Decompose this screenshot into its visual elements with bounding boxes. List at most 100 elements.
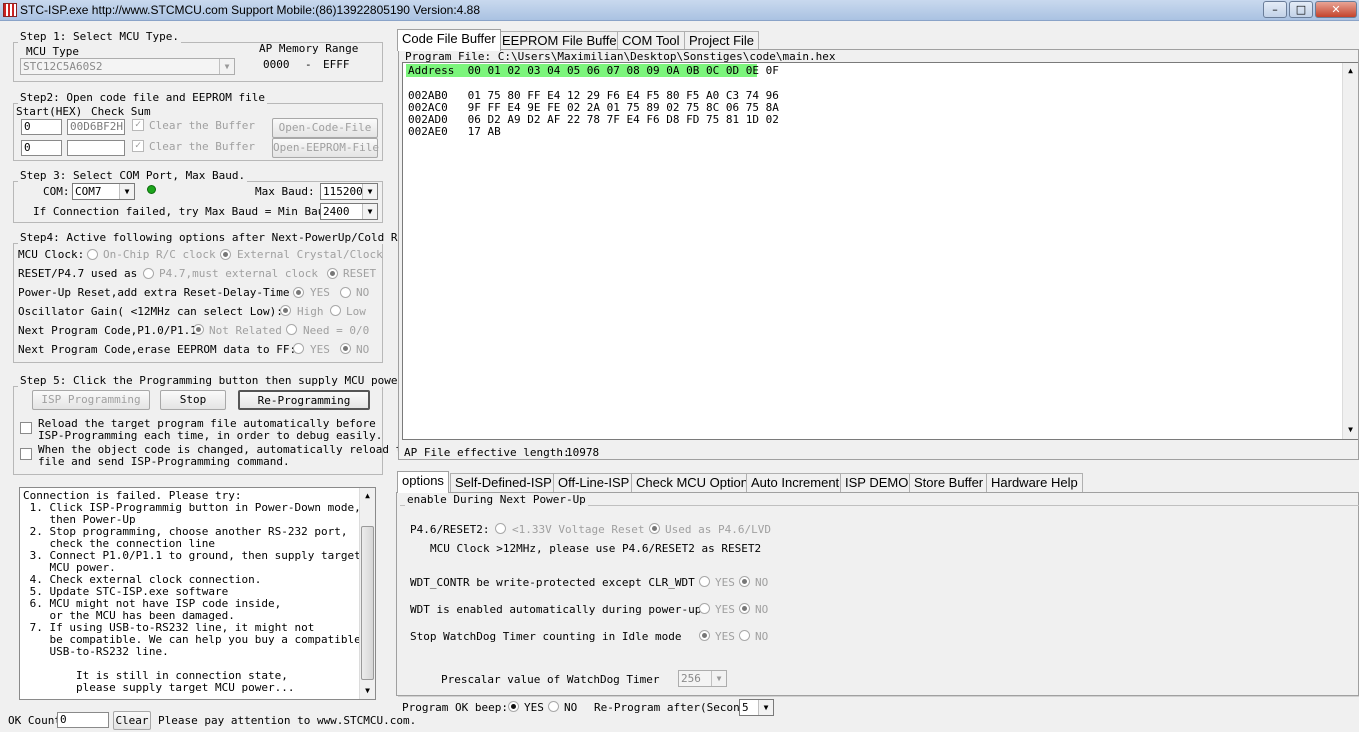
reset-p47-label: P4.7,must external clock — [159, 267, 318, 280]
osc-low-radio[interactable] — [330, 305, 341, 316]
stop-button[interactable]: Stop — [160, 390, 226, 410]
scroll-down-icon[interactable]: ▼ — [1343, 422, 1358, 438]
tab-options-2[interactable]: Off-Line-ISP — [553, 473, 635, 493]
wdt-contr-no-radio[interactable] — [739, 576, 750, 587]
reset-p47-radio[interactable] — [143, 268, 154, 279]
erase-eeprom-label: Next Program Code,erase EEPROM data to F… — [18, 343, 297, 356]
reload-checkbox[interactable] — [20, 422, 32, 434]
auto-reload-label-line2: file and send ISP-Programming command. — [38, 455, 290, 468]
wdt-idle-no-radio[interactable] — [739, 630, 750, 641]
reprogram-after-value: 5 — [742, 701, 749, 714]
file-length-value: 10978 — [566, 446, 600, 459]
code-checksum-field: 00D6BF2H — [67, 119, 125, 135]
osc-high-label: High — [297, 305, 324, 318]
hex-header: Address 00 01 02 03 04 05 06 07 08 09 0A… — [408, 64, 779, 77]
erase-yes-radio[interactable] — [293, 343, 304, 354]
code-clear-buffer-label: Clear the Buffer — [149, 119, 255, 132]
code-start-input[interactable]: 0 — [21, 119, 62, 135]
powerup-no-label: NO — [356, 286, 370, 299]
powerup-label: Power-Up Reset,add extra Reset-Delay-Tim… — [18, 286, 290, 299]
tab-options-3[interactable]: Check MCU Option — [631, 473, 753, 493]
erase-no-label: NO — [356, 343, 370, 356]
eeprom-start-input[interactable]: 0 — [21, 140, 62, 156]
powerup-no-radio[interactable] — [340, 287, 351, 298]
tab-top-0[interactable]: Code File Buffer — [397, 29, 501, 51]
mcu-clock-rc-radio[interactable] — [87, 249, 98, 260]
beep-yes-radio[interactable] — [508, 701, 519, 712]
max-baud-select[interactable]: 115200 ▼ — [320, 183, 378, 200]
open-code-file-button[interactable]: Open-Code-File — [272, 118, 378, 138]
osc-high-radio[interactable] — [280, 305, 291, 316]
tab-options-1[interactable]: Self-Defined-ISP — [450, 473, 557, 493]
chevron-down-icon: ▼ — [362, 184, 377, 199]
chevron-down-icon: ▼ — [362, 204, 377, 219]
scroll-thumb[interactable] — [361, 526, 374, 680]
maximize-button[interactable]: □ — [1289, 1, 1313, 18]
minimize-button[interactable]: – — [1263, 1, 1287, 18]
beep-no-radio[interactable] — [548, 701, 559, 712]
tab-options-0[interactable]: options — [397, 471, 449, 493]
open-eeprom-file-button[interactable]: Open-EEPROM-File — [272, 138, 379, 158]
reprogram-after-select[interactable]: 5 ▼ — [739, 699, 774, 716]
reload-label-line2: ISP-Programming each time, in order to d… — [38, 429, 383, 442]
mcu-type-value: STC12C5A60S2 — [23, 60, 103, 73]
p46-lvd-radio[interactable] — [649, 523, 660, 534]
mcu-clock-label: MCU Clock: — [18, 248, 85, 261]
wdt-enabled-yes-radio[interactable] — [699, 603, 710, 614]
code-clear-buffer-checkbox[interactable]: ✓ — [132, 119, 144, 131]
mcu-type-select[interactable]: STC12C5A60S2 ▼ — [20, 58, 235, 75]
wdt-idle-label: Stop WatchDog Timer counting in Idle mod… — [410, 630, 682, 643]
close-button[interactable]: ✕ — [1315, 1, 1357, 18]
wdt-enabled-yes-label: YES — [715, 603, 735, 616]
ap-dash: - — [305, 58, 312, 71]
reprogram-after-label: Re-Program after(Second) — [594, 701, 753, 714]
mcu-clock-external-radio[interactable] — [220, 249, 231, 260]
wdt-contr-label: WDT_CONTR be write-protected except CLR_… — [410, 576, 695, 589]
hex-view[interactable]: Address 00 01 02 03 04 05 06 07 08 09 0A… — [402, 62, 1358, 440]
ok-count-label: OK Count — [8, 714, 61, 727]
wdt-contr-yes-radio[interactable] — [699, 576, 710, 587]
com-port-select[interactable]: COM7 ▼ — [72, 183, 135, 200]
tab-top-2[interactable]: COM Tool — [617, 31, 685, 51]
reset-reset-radio[interactable] — [327, 268, 338, 279]
log-text: Connection is failed. Please try: 1. Cli… — [23, 490, 361, 694]
clear-button[interactable]: Clear — [113, 711, 151, 730]
powerup-yes-radio[interactable] — [293, 287, 304, 298]
auto-reload-checkbox[interactable] — [20, 448, 32, 460]
wdt-idle-yes-label: YES — [715, 630, 735, 643]
wdt-enabled-no-radio[interactable] — [739, 603, 750, 614]
max-baud-label: Max Baud: — [255, 185, 315, 198]
scroll-up-icon[interactable]: ▲ — [360, 488, 375, 504]
step3-legend: Step 3: Select COM Port, Max Baud. — [18, 169, 248, 182]
tab-options-7[interactable]: Hardware Help — [986, 473, 1083, 493]
hex-scrollbar[interactable]: ▲ ▼ — [1342, 63, 1358, 439]
scroll-up-icon[interactable]: ▲ — [1343, 63, 1358, 79]
re-programming-button[interactable]: Re-Programming — [238, 390, 370, 410]
tab-options-4[interactable]: Auto Increment — [746, 473, 845, 493]
beep-no-label: NO — [564, 701, 578, 714]
eeprom-clear-buffer-checkbox[interactable]: ✓ — [132, 140, 144, 152]
tab-options-6[interactable]: Store Buffer — [909, 473, 989, 493]
prescalar-value: 256 — [681, 672, 701, 685]
prescalar-select[interactable]: 256 ▼ — [678, 670, 727, 687]
min-baud-select[interactable]: 2400 ▼ — [320, 203, 378, 220]
tab-top-1[interactable]: EEPROM File Buffer — [497, 31, 626, 51]
connection-log[interactable]: Connection is failed. Please try: 1. Cli… — [19, 487, 376, 700]
erase-no-radio[interactable] — [340, 343, 351, 354]
wdt-idle-yes-radio[interactable] — [699, 630, 710, 641]
app-icon — [3, 3, 17, 17]
window-title: STC-ISP.exe http://www.STCMCU.com Suppor… — [20, 3, 481, 17]
next-prog-not-related-radio[interactable] — [193, 324, 204, 335]
tab-top-3[interactable]: Project File — [684, 31, 760, 51]
isp-programming-button[interactable]: ISP Programming — [32, 390, 150, 410]
file-length-label: AP File effective length: — [404, 446, 570, 459]
reset-label: RESET/P4.7 used as — [18, 267, 138, 280]
p46-voltage-radio[interactable] — [495, 523, 506, 534]
log-scrollbar[interactable]: ▲ ▼ — [359, 488, 375, 699]
chevron-down-icon: ▼ — [219, 59, 234, 74]
p46-label: P4.6/RESET2: — [410, 523, 490, 536]
scroll-down-icon[interactable]: ▼ — [360, 683, 375, 699]
tab-options-5[interactable]: ISP DEMO — [840, 473, 914, 493]
beep-yes-label: YES — [524, 701, 544, 714]
next-prog-need-radio[interactable] — [286, 324, 297, 335]
